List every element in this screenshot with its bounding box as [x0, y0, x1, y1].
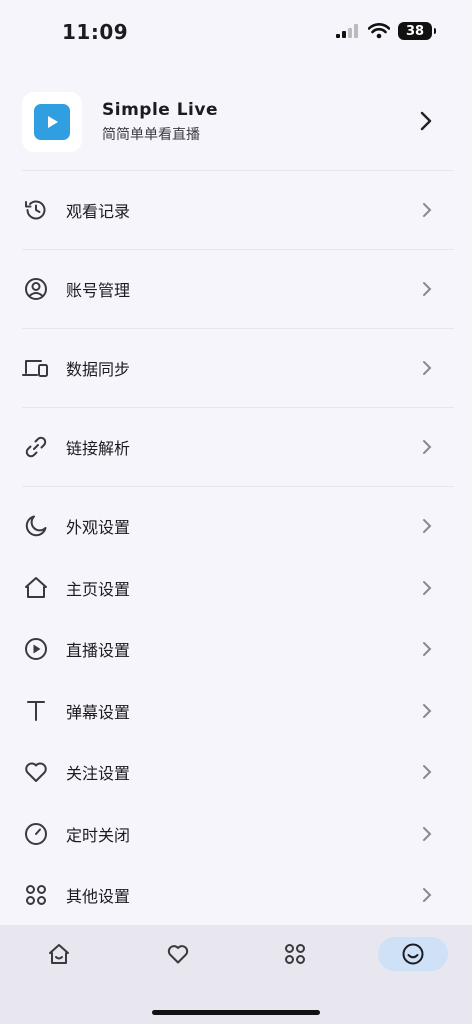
- menu-label: 观看记录: [66, 202, 131, 221]
- app-info-row[interactable]: Simple Live 简简单单看直播: [22, 91, 454, 153]
- tab-mine[interactable]: [378, 937, 448, 971]
- menu-item-appearance[interactable]: 外观设置: [22, 504, 454, 548]
- play-logo-icon: [48, 116, 58, 128]
- heart-icon: [22, 758, 50, 786]
- chevron-right-icon: [423, 581, 432, 595]
- tab-category[interactable]: [260, 937, 330, 971]
- status-icons: 38: [336, 22, 436, 40]
- menu-item-sleep-timer[interactable]: 定时关闭: [22, 812, 454, 856]
- chevron-right-icon: [423, 642, 432, 656]
- signal-icon: [336, 24, 358, 38]
- chevron-right-icon: [420, 111, 432, 131]
- account-icon: [22, 275, 50, 303]
- menu-item-link-parse[interactable]: 链接解析: [22, 425, 454, 469]
- apps-icon: [22, 881, 50, 909]
- timer-icon: [22, 820, 50, 848]
- chevron-right-icon: [423, 704, 432, 718]
- battery-level: 38: [405, 23, 425, 39]
- tab-home[interactable]: [24, 937, 94, 971]
- home-tab-icon: [49, 944, 69, 964]
- menu-item-follow-settings[interactable]: 关注设置: [22, 750, 454, 794]
- chevron-right-icon: [423, 440, 432, 454]
- wifi-icon: [368, 23, 390, 39]
- heart-tab-icon: [167, 945, 189, 964]
- chevron-right-icon: [423, 282, 432, 296]
- app-subtitle: 简简单单看直播: [102, 127, 200, 143]
- chevron-right-icon: [423, 827, 432, 841]
- devices-icon: [22, 354, 50, 382]
- menu-item-home-settings[interactable]: 主页设置: [22, 566, 454, 610]
- home-indicator: [152, 1010, 320, 1015]
- app-name: Simple Live: [102, 100, 218, 120]
- menu-label: 弹幕设置: [66, 703, 131, 722]
- divider: [22, 170, 454, 171]
- status-bar: 11:09 38: [0, 0, 472, 64]
- chevron-right-icon: [423, 888, 432, 902]
- chevron-right-icon: [423, 203, 432, 217]
- menu-item-live-settings[interactable]: 直播设置: [22, 627, 454, 671]
- menu-label: 外观设置: [66, 518, 131, 537]
- menu-label: 链接解析: [66, 439, 131, 458]
- menu-item-data-sync[interactable]: 数据同步: [22, 346, 454, 390]
- menu-item-other-settings[interactable]: 其他设置: [22, 873, 454, 917]
- menu-label: 直播设置: [66, 641, 131, 660]
- status-time: 11:09: [62, 20, 129, 44]
- chevron-right-icon: [423, 519, 432, 533]
- menu-item-account[interactable]: 账号管理: [22, 267, 454, 311]
- link-icon: [22, 433, 50, 461]
- chevron-right-icon: [423, 361, 432, 375]
- divider: [22, 486, 454, 487]
- chevron-right-icon: [423, 765, 432, 779]
- menu-label: 主页设置: [66, 580, 131, 599]
- play-circle-icon: [22, 635, 50, 663]
- menu-label: 其他设置: [66, 887, 131, 906]
- text-icon: [22, 697, 50, 725]
- divider: [22, 328, 454, 329]
- smile-tab-icon: [402, 943, 424, 965]
- tab-follow[interactable]: [143, 937, 213, 971]
- menu-label: 关注设置: [66, 764, 131, 783]
- menu-label: 定时关闭: [66, 826, 131, 845]
- menu-label: 账号管理: [66, 281, 131, 300]
- home-icon: [22, 574, 50, 602]
- divider: [22, 407, 454, 408]
- menu-item-watch-history[interactable]: 观看记录: [22, 188, 454, 232]
- app-logo: [22, 92, 82, 152]
- menu-label: 数据同步: [66, 360, 131, 379]
- battery-icon: 38: [398, 22, 436, 40]
- category-tab-icon: [285, 944, 305, 964]
- moon-icon: [22, 512, 50, 540]
- history-icon: [22, 196, 50, 224]
- divider: [22, 249, 454, 250]
- menu-item-danmaku-settings[interactable]: 弹幕设置: [22, 689, 454, 733]
